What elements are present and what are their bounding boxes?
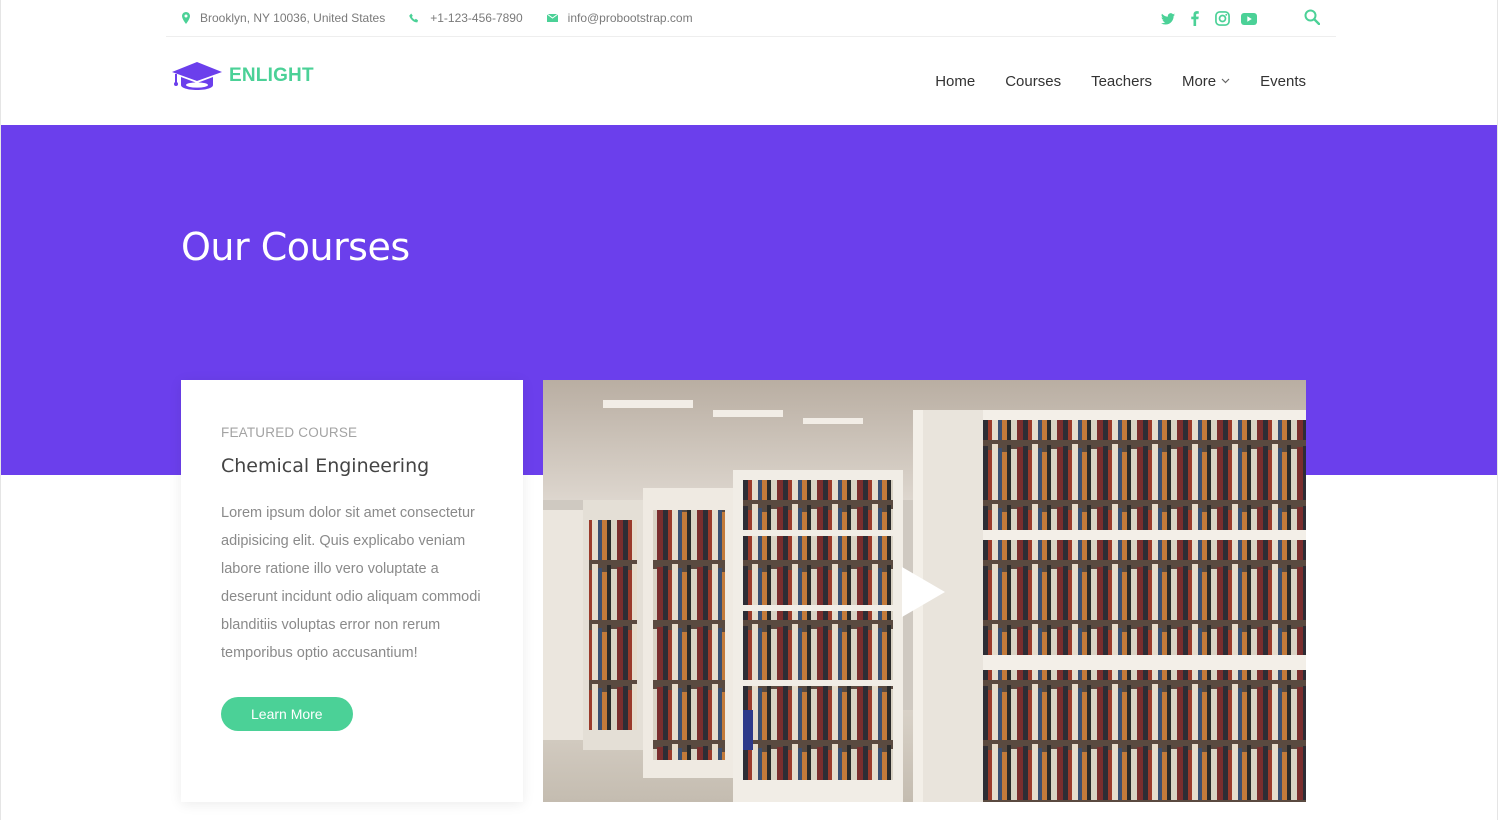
contact-info: Brooklyn, NY 10036, United States +1-123… (182, 11, 717, 25)
nav-menu: Home Courses Teachers More Events (905, 37, 1306, 125)
facebook-icon[interactable] (1186, 10, 1204, 28)
course-video[interactable] (543, 380, 1306, 802)
play-icon[interactable] (900, 566, 946, 618)
phone-item: +1-123-456-7890 (409, 11, 523, 25)
youtube-icon[interactable] (1240, 10, 1258, 28)
nav-item-label: Teachers (1091, 72, 1152, 90)
search-button[interactable] (1302, 7, 1322, 27)
phone-text: +1-123-456-7890 (430, 11, 523, 25)
nav-item-teachers[interactable]: Teachers (1091, 73, 1152, 90)
nav-item-label: More (1181, 72, 1217, 90)
address-item: Brooklyn, NY 10036, United States (182, 11, 385, 25)
brand-name: ENLIGHT (229, 65, 314, 86)
top-bar: Brooklyn, NY 10036, United States +1-123… (166, 0, 1336, 37)
chevron-down-icon (1221, 78, 1230, 84)
email-item: info@probootstrap.com (546, 11, 693, 25)
nav-item-label: Courses (1005, 72, 1062, 90)
page-title: Our Courses (181, 225, 410, 269)
social-links (1150, 0, 1258, 37)
nav-item-events[interactable]: Events (1260, 73, 1306, 90)
instagram-icon[interactable] (1213, 10, 1231, 28)
email-text: info@probootstrap.com (567, 11, 693, 25)
mail-icon (546, 14, 558, 22)
nav-item-home[interactable]: Home (935, 73, 975, 90)
featured-course-card: FEATURED COURSE Chemical Engineering Lor… (181, 380, 523, 802)
featured-label: FEATURED COURSE (221, 425, 358, 440)
main-navbar: ENLIGHT Home Courses Teachers More Event… (166, 37, 1336, 125)
course-description: Lorem ipsum dolor sit amet consectetur a… (221, 505, 481, 661)
brand-logo[interactable]: ENLIGHT (171, 61, 314, 91)
address-text: Brooklyn, NY 10036, United States (200, 11, 386, 25)
phone-icon (409, 13, 419, 22)
twitter-icon[interactable] (1159, 10, 1177, 28)
learn-more-button[interactable]: Learn More (221, 697, 353, 731)
graduation-cap-icon (172, 62, 222, 90)
search-icon (1304, 9, 1320, 25)
nav-item-more[interactable]: More (1182, 73, 1230, 90)
nav-item-label: Events (1260, 72, 1306, 90)
course-title: Chemical Engineering (221, 455, 430, 477)
map-pin-icon (182, 12, 190, 24)
nav-item-label: Home (935, 72, 976, 90)
nav-item-courses[interactable]: Courses (1005, 73, 1061, 90)
